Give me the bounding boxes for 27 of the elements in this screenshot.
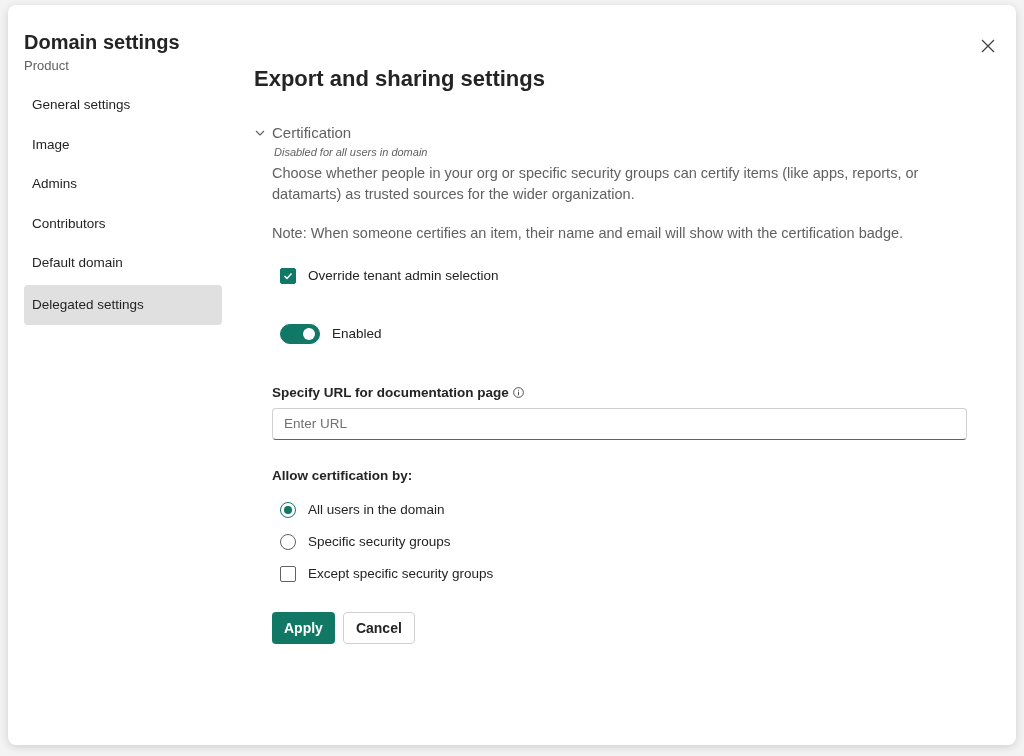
- dialog-title: Domain settings: [24, 30, 180, 55]
- page-heading: Export and sharing settings: [254, 65, 546, 92]
- checkbox-label: Override tenant admin selection: [308, 266, 499, 285]
- sidebar-item[interactable]: Default domain: [24, 243, 222, 284]
- section-status: Disabled for all users in domain: [274, 145, 429, 161]
- checkbox[interactable]: [280, 566, 296, 583]
- checkbox-label: Except specific security groups: [308, 565, 494, 583]
- sidebar-item[interactable]: Image: [24, 125, 222, 165]
- toggle-switch[interactable]: [280, 323, 320, 344]
- dialog-subtitle: Product: [24, 57, 69, 75]
- description-text: Choose whether people in your org or specific security groups can certify items (like apps, reports, or datamarts) as trusted sources for the wider organization.: [272, 163, 920, 204]
- section-header[interactable]: Certification: [254, 121, 352, 145]
- apply-button[interactable]: Apply: [272, 612, 335, 645]
- checkbox[interactable]: [280, 267, 296, 284]
- sidebar-item[interactable]: Admins: [24, 164, 222, 205]
- note-text: Note: When someone certifies an item, their name and email will show with the certification badge.: [272, 223, 905, 243]
- section-label: Allow certification by:: [272, 466, 414, 485]
- sidebar-item[interactable]: Delegated settings: [24, 285, 222, 325]
- check-icon: [283, 270, 293, 281]
- url-input-field[interactable]: Enter URL: [272, 407, 967, 440]
- sidebar-item[interactable]: Contributors: [24, 204, 222, 244]
- field-label: Specify URL for documentation page: [272, 384, 509, 400]
- cancel-button[interactable]: Cancel: [342, 612, 415, 645]
- sidebar-item[interactable]: General settings: [24, 85, 222, 126]
- toggle-label: Enabled: [332, 324, 382, 343]
- radio-label: Specific security groups: [308, 533, 451, 551]
- radio-label: All users in the domain: [308, 501, 445, 519]
